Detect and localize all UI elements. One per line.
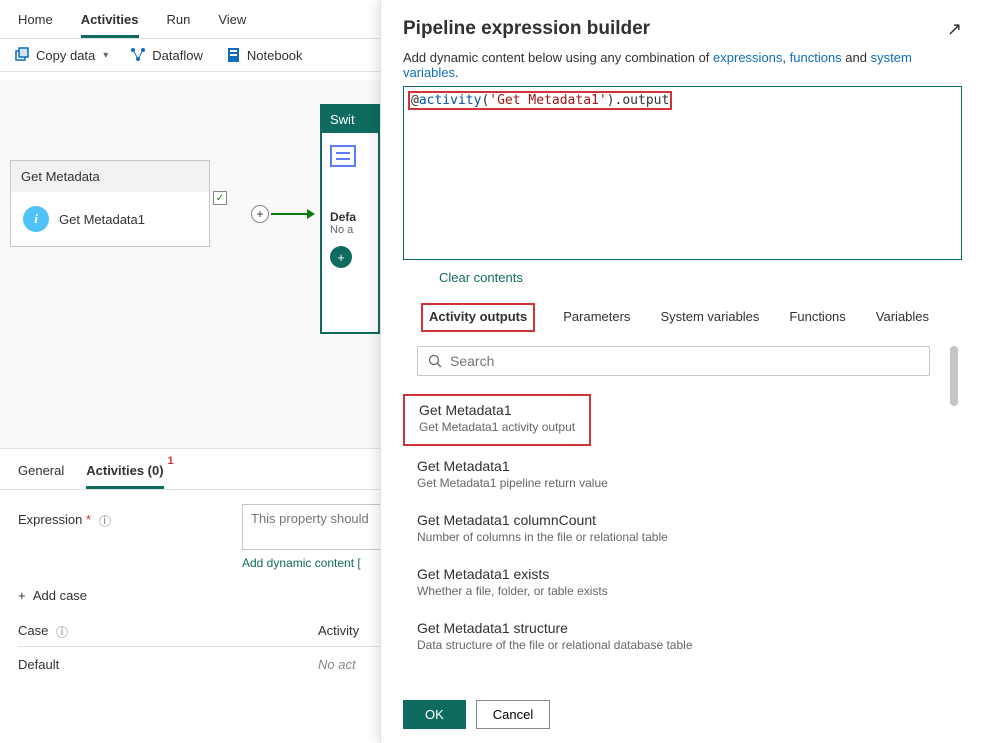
editor-selection-highlight: @activity('Get Metadata1').output xyxy=(408,91,672,110)
tab-home[interactable]: Home xyxy=(18,6,53,38)
case-column-header: Case xyxy=(18,623,48,638)
result-desc: Number of columns in the file or relatio… xyxy=(417,530,930,544)
result-item[interactable]: Get Metadata1 structure Data structure o… xyxy=(403,614,944,662)
notebook-button[interactable]: Notebook xyxy=(225,47,303,63)
cancel-button[interactable]: Cancel xyxy=(476,700,550,729)
result-desc: Get Metadata1 activity output xyxy=(419,420,575,434)
switch-no-activity-label: No a xyxy=(330,224,370,236)
tab-parameters[interactable]: Parameters xyxy=(561,303,632,332)
activity-column-header: Activity xyxy=(318,623,359,638)
search-box[interactable] xyxy=(417,346,930,376)
ok-button[interactable]: OK xyxy=(403,700,466,729)
config-tab-activities[interactable]: Activities (0) 1 xyxy=(86,457,163,489)
result-title: Get Metadata1 exists xyxy=(417,566,930,582)
switch-default-label: Defa xyxy=(330,210,370,224)
dataflow-icon xyxy=(130,47,146,63)
clear-contents-link[interactable]: Clear contents xyxy=(439,270,523,285)
notebook-icon xyxy=(225,47,241,63)
builder-subtext: Add dynamic content below using any comb… xyxy=(403,50,713,65)
copy-data-label: Copy data xyxy=(36,48,95,63)
tab-system-variables[interactable]: System variables xyxy=(658,303,761,332)
builder-subtitle: Add dynamic content below using any comb… xyxy=(403,50,962,80)
add-case-label: Add case xyxy=(33,588,87,603)
scrollbar-thumb[interactable] xyxy=(950,346,958,406)
result-desc: Get Metadata1 pipeline return value xyxy=(417,476,930,490)
node-get-metadata[interactable]: Get Metadata i Get Metadata1 ✓ + xyxy=(10,160,210,247)
notebook-label: Notebook xyxy=(247,48,303,63)
tab-view[interactable]: View xyxy=(218,6,246,38)
switch-icon xyxy=(330,145,356,167)
result-desc: Data structure of the file or relational… xyxy=(417,638,930,652)
results-pane: Get Metadata1 Get Metadata1 activity out… xyxy=(403,346,962,686)
switch-header: Swit xyxy=(322,106,378,133)
case-default-label: Default xyxy=(18,657,318,672)
dataflow-label: Dataflow xyxy=(152,48,203,63)
info-icon: i xyxy=(23,206,49,232)
copy-data-icon xyxy=(14,47,30,63)
expression-editor[interactable]: @activity('Get Metadata1').output xyxy=(403,86,962,260)
tab-run[interactable]: Run xyxy=(167,6,191,38)
switch-add-button[interactable]: + xyxy=(330,246,352,268)
expand-icon[interactable]: ↗ xyxy=(947,19,962,40)
config-tab-activities-label: Activities (0) xyxy=(86,463,163,478)
result-desc: Whether a file, folder, or table exists xyxy=(417,584,930,598)
tab-activities[interactable]: Activities xyxy=(81,6,139,38)
result-title: Get Metadata1 columnCount xyxy=(417,512,930,528)
dataflow-button[interactable]: Dataflow xyxy=(130,47,203,63)
node-name: Get Metadata1 xyxy=(59,212,145,227)
tab-variables[interactable]: Variables xyxy=(874,303,931,332)
search-input[interactable] xyxy=(450,353,919,369)
connector-arrow-icon xyxy=(307,209,315,219)
tab-functions[interactable]: Functions xyxy=(787,303,847,332)
builder-footer: OK Cancel xyxy=(403,700,550,729)
chevron-down-icon: ▾ xyxy=(103,50,108,61)
expression-builder-panel: Pipeline expression builder ↗ Add dynami… xyxy=(380,0,984,743)
node-header: Get Metadata xyxy=(11,161,209,192)
case-no-activity-label: No act xyxy=(318,657,356,672)
result-title: Get Metadata1 structure xyxy=(417,620,930,636)
result-item[interactable]: Get Metadata1 columnCount Number of colu… xyxy=(403,506,944,554)
connector-line xyxy=(271,213,307,215)
result-title: Get Metadata1 xyxy=(417,458,930,474)
error-badge: 1 xyxy=(167,455,173,467)
tab-activity-outputs[interactable]: Activity outputs xyxy=(421,303,535,332)
copy-data-button[interactable]: Copy data ▾ xyxy=(14,47,108,63)
result-item[interactable]: Get Metadata1 Get Metadata1 activity out… xyxy=(403,394,591,446)
result-item[interactable]: Get Metadata1 exists Whether a file, fol… xyxy=(403,560,944,608)
info-icon[interactable]: i xyxy=(56,626,68,638)
node-switch[interactable]: Swit Defa No a + xyxy=(320,104,380,334)
config-tab-general[interactable]: General xyxy=(18,457,64,489)
scrollbar[interactable] xyxy=(950,346,958,686)
search-icon xyxy=(428,354,442,368)
expression-label: Expression * i xyxy=(18,504,218,527)
result-item[interactable]: Get Metadata1 Get Metadata1 pipeline ret… xyxy=(403,452,944,500)
functions-link[interactable]: functions xyxy=(790,50,842,65)
builder-tabs: Activity outputs Parameters System varia… xyxy=(403,303,962,332)
success-checkbox-icon[interactable]: ✓ xyxy=(213,191,227,205)
expressions-link[interactable]: expressions xyxy=(713,50,782,65)
result-title: Get Metadata1 xyxy=(419,402,575,418)
builder-title: Pipeline expression builder xyxy=(403,18,650,40)
expression-label-text: Expression xyxy=(18,512,82,527)
add-connector-button[interactable]: + xyxy=(251,205,269,223)
info-icon[interactable]: i xyxy=(99,515,111,527)
required-asterisk-icon: * xyxy=(86,512,91,527)
